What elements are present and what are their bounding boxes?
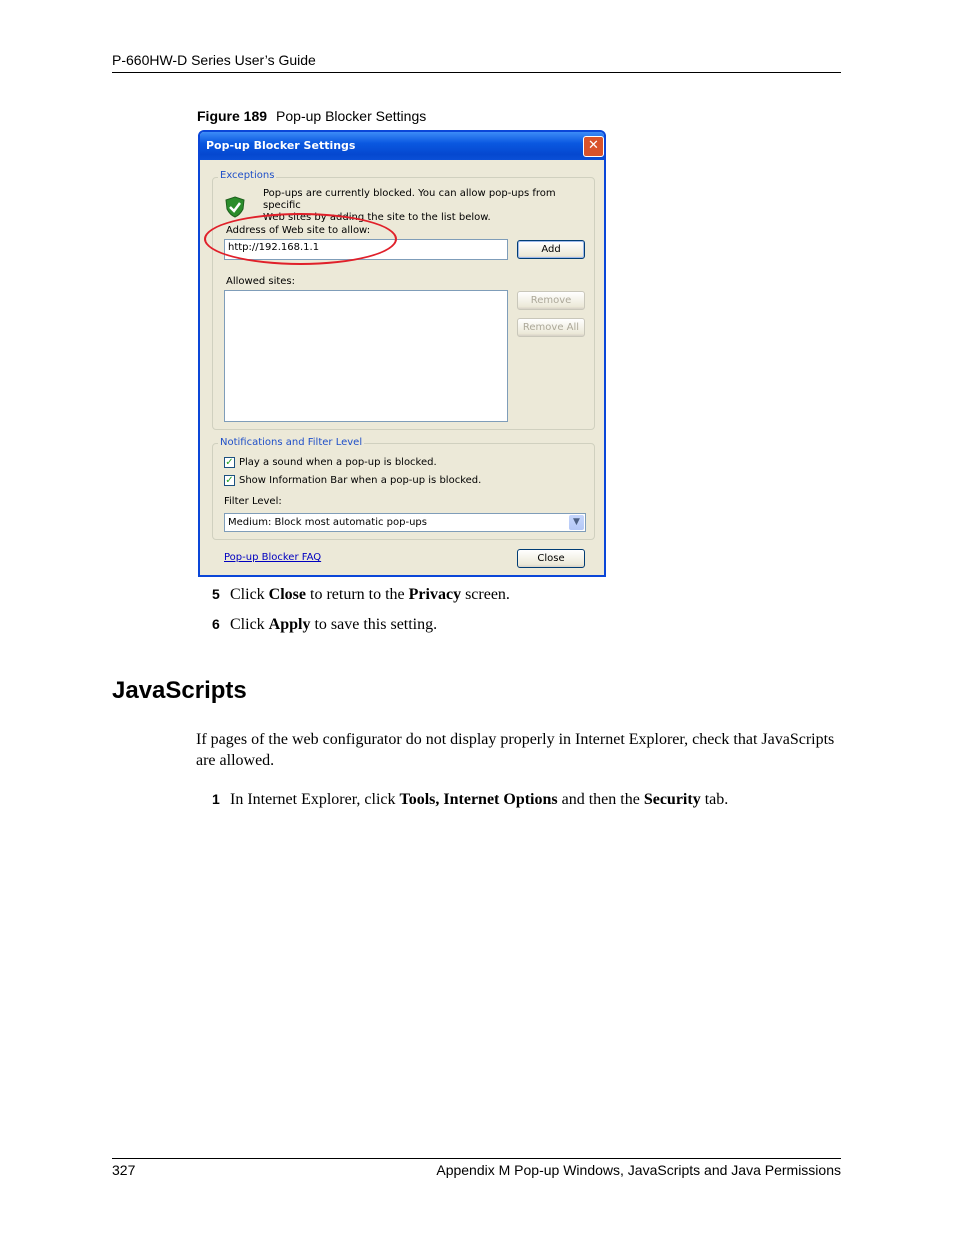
shield-check-icon [225, 196, 245, 218]
step-text: tab. [700, 791, 729, 808]
filter-level-label: Filter Level: [224, 496, 282, 507]
show-info-bar-checkbox[interactable]: ✓ [224, 475, 235, 486]
allowed-sites-label: Allowed sites: [226, 276, 296, 287]
footer-rule [112, 1158, 841, 1159]
step-text: to save this setting. [310, 616, 438, 633]
step-1: 1 In Internet Explorer, click Tools, Inte… [212, 791, 728, 809]
info-line-1: Pop-ups are currently blocked. You can a… [263, 188, 556, 211]
running-header: P-660HW-D Series User’s Guide [112, 52, 316, 68]
allowed-sites-list[interactable] [224, 290, 508, 422]
figure-title: Pop-up Blocker Settings [276, 108, 427, 124]
step-bold: Security [643, 791, 701, 808]
section-heading: JavaScripts [112, 677, 247, 704]
popup-blocker-dialog: Pop-up Blocker Settings ✕ Exceptions Pop… [198, 130, 606, 577]
notifications-legend: Notifications and Filter Level [218, 437, 365, 448]
chevron-down-icon[interactable]: ▼ [569, 515, 584, 530]
step-text: screen. [461, 586, 510, 603]
figure-caption: Figure 189 Pop-up Blocker Settings [197, 108, 426, 124]
close-button[interactable]: Close [517, 549, 585, 568]
filter-level-value: Medium: Block most automatic pop-ups [228, 517, 427, 528]
dialog-title: Pop-up Blocker Settings [206, 139, 356, 152]
section-paragraph: If pages of the web configurator do not … [196, 731, 835, 769]
step-6: 6 Click Apply to save this setting. [212, 616, 437, 634]
page-number: 327 [112, 1162, 136, 1178]
add-button[interactable]: Add [517, 240, 585, 259]
exceptions-legend: Exceptions [218, 170, 277, 181]
step-bold: Privacy [408, 586, 462, 603]
show-info-bar-label: Show Information Bar when a pop-up is bl… [239, 475, 482, 486]
step-5: 5 Click Close to return to the Privacy sc… [212, 586, 510, 604]
remove-button[interactable]: Remove [517, 291, 585, 310]
step-number: 6 [212, 616, 220, 632]
step-bold: Tools [399, 791, 436, 808]
header-rule [112, 72, 841, 73]
close-icon[interactable]: ✕ [583, 136, 604, 157]
step-text: Click [230, 616, 269, 633]
play-sound-checkbox[interactable]: ✓ [224, 457, 235, 468]
step-number: 1 [212, 791, 220, 807]
step-bold: Apply [268, 616, 311, 633]
step-bold: Internet Options [443, 791, 558, 808]
step-text: Click [230, 586, 269, 603]
dialog-titlebar: Pop-up Blocker Settings ✕ [200, 132, 604, 160]
step-number: 5 [212, 586, 220, 602]
filter-level-select[interactable]: Medium: Block most automatic pop-ups ▼ [224, 513, 586, 532]
footer-chapter: Appendix M Pop-up Windows, JavaScripts a… [436, 1162, 841, 1178]
play-sound-label: Play a sound when a pop-up is blocked. [239, 457, 437, 468]
popup-blocker-faq-link[interactable]: Pop-up Blocker FAQ [224, 552, 321, 563]
step-bold: Close [268, 586, 306, 603]
step-text: to return to the [306, 586, 409, 603]
figure-label: Figure 189 [197, 108, 268, 124]
step-text: and then the [557, 791, 644, 808]
highlight-ellipse [204, 213, 397, 265]
remove-all-button[interactable]: Remove All [517, 318, 585, 337]
step-text: In Internet Explorer, click [230, 791, 400, 808]
